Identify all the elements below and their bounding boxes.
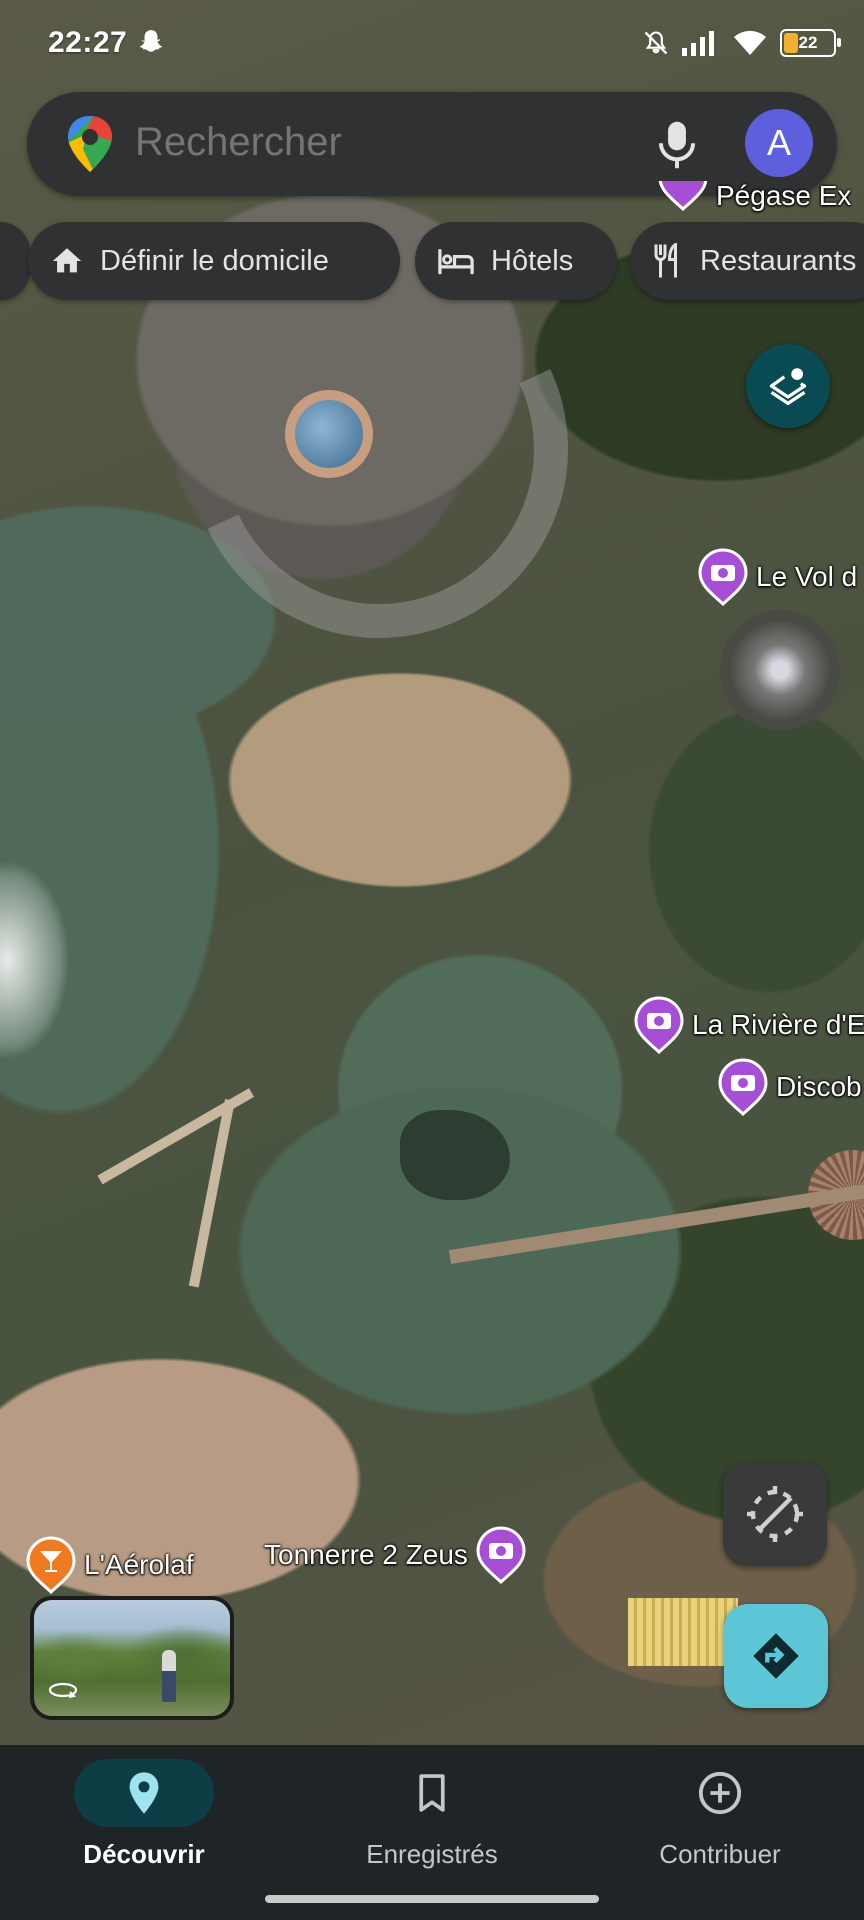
camera-icon <box>658 181 708 211</box>
layers-button[interactable] <box>746 344 830 428</box>
map-yellow-roof <box>628 1598 738 1666</box>
map-bridge <box>448 1184 864 1264</box>
poi-label: Discob <box>776 1071 862 1102</box>
home-icon <box>52 248 82 273</box>
restaurant-icon <box>654 243 677 278</box>
camera-icon <box>718 1058 768 1116</box>
status-bar: 22:27 22 <box>0 0 864 86</box>
status-icons: 22 <box>642 28 841 58</box>
nav-contribute[interactable]: Contribuer <box>576 1753 864 1883</box>
poi-marker[interactable]: Pégase Ex <box>658 180 851 212</box>
camera-icon <box>634 996 684 1054</box>
chip-set-home[interactable]: Définir le domicile <box>28 222 400 300</box>
gesture-navigation-area <box>0 1885 864 1920</box>
snapchat-icon <box>139 30 163 52</box>
add-circle-icon <box>698 1771 742 1815</box>
camera-icon <box>698 548 748 606</box>
chip-label: Définir le domicile <box>100 244 329 277</box>
poi-marker[interactable]: La Rivière d'E <box>634 996 864 1054</box>
chip-restaurants[interactable]: Restaurants <box>630 222 864 300</box>
bottom-navigation: Découvrir Enregistrés Contribuer <box>0 1745 864 1885</box>
nav-label: Contribuer <box>659 1839 781 1869</box>
poi-label: La Rivière d'E <box>692 1009 864 1040</box>
360-rotate-icon <box>48 1682 78 1698</box>
pin-icon <box>129 1772 159 1814</box>
bookmark-icon <box>419 1774 445 1812</box>
poi-marker[interactable]: Le Vol d <box>698 548 857 606</box>
poi-label: Pégase Ex <box>716 180 852 211</box>
nav-active-indicator <box>74 1759 214 1827</box>
cocktail-icon <box>26 1536 76 1594</box>
battery-icon: 22 <box>780 29 841 57</box>
location-button[interactable] <box>723 1462 827 1566</box>
poi-label: Tonnerre 2 Zeus <box>264 1539 468 1570</box>
poi-label: L'Aérolaf <box>84 1549 194 1580</box>
battery-level: 22 <box>798 33 818 52</box>
poi-label: Le Vol d <box>756 561 858 592</box>
street-view-person <box>162 1650 176 1702</box>
chip-label: Hôtels <box>491 244 574 277</box>
google-maps-logo-icon <box>68 116 112 172</box>
status-time: 22:27 <box>48 26 128 59</box>
map-waterfall <box>0 860 70 1060</box>
poi-marker[interactable]: Discob <box>718 1058 862 1116</box>
directions-button[interactable] <box>724 1604 828 1708</box>
nav-icon-container <box>362 1759 502 1827</box>
map-carousel <box>720 610 840 730</box>
camera-icon <box>476 1526 526 1584</box>
poi-marker[interactable]: L'Aérolaf <box>26 1536 194 1594</box>
microphone-icon[interactable] <box>655 120 699 170</box>
bed-icon <box>438 249 474 275</box>
nav-saved[interactable]: Enregistrés <box>288 1753 576 1883</box>
map-fountain <box>285 390 373 478</box>
wifi-icon <box>734 30 766 55</box>
nav-icon-container <box>650 1759 790 1827</box>
search-input[interactable] <box>135 120 635 165</box>
street-view-thumbnail[interactable] <box>30 1596 234 1720</box>
signal-icon <box>682 31 714 56</box>
map-island <box>400 1110 510 1200</box>
account-avatar[interactable]: A <box>745 109 813 177</box>
mute-icon <box>644 31 668 55</box>
layers-icon <box>769 368 807 406</box>
home-gesture-bar[interactable] <box>265 1895 599 1903</box>
location-off-icon <box>747 1486 803 1542</box>
nav-explore[interactable]: Découvrir <box>0 1753 288 1883</box>
poi-marker[interactable]: Tonnerre 2 Zeus <box>264 1526 526 1584</box>
chip-hotels[interactable]: Hôtels <box>415 222 617 300</box>
directions-icon <box>753 1633 799 1679</box>
chip-label: Restaurants <box>700 244 857 277</box>
nav-label: Découvrir <box>83 1839 205 1869</box>
nav-label: Enregistrés <box>366 1839 498 1869</box>
